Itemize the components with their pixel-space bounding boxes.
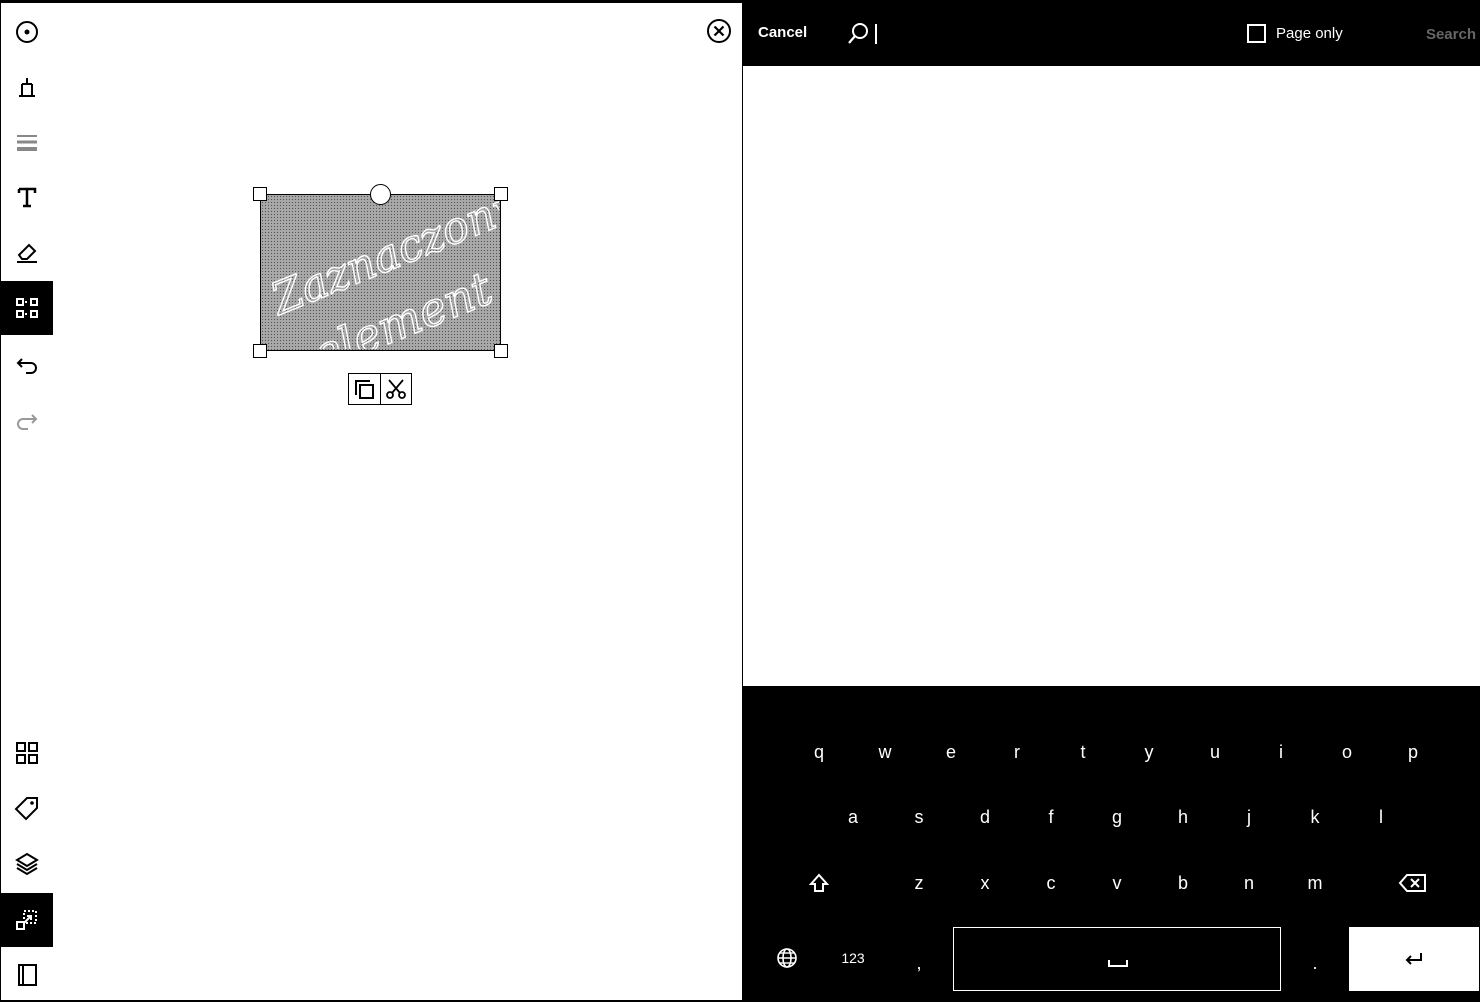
- key-f[interactable]: f: [1021, 792, 1081, 842]
- selection-tool-button[interactable]: [1, 281, 53, 335]
- layers-button[interactable]: [1, 837, 53, 891]
- backspace-key[interactable]: [1383, 858, 1443, 908]
- search-input-caret[interactable]: [875, 24, 877, 44]
- key-y[interactable]: y: [1119, 727, 1179, 777]
- eraser-tool-button[interactable]: [1, 225, 53, 279]
- tags-button[interactable]: [1, 781, 53, 835]
- key-u[interactable]: u: [1185, 727, 1245, 777]
- key-s[interactable]: s: [889, 792, 949, 842]
- selection-icon: [16, 298, 38, 318]
- key-e[interactable]: e: [921, 727, 981, 777]
- key-g[interactable]: g: [1087, 792, 1147, 842]
- enter-icon: [1405, 953, 1422, 965]
- key-m[interactable]: m: [1285, 858, 1345, 908]
- eraser-icon: [17, 243, 37, 263]
- key-l[interactable]: l: [1351, 792, 1411, 842]
- zoom-fit-icon: [16, 910, 37, 930]
- scissors-icon: [385, 379, 406, 399]
- marker-tool-button[interactable]: [1, 60, 53, 114]
- zoom-fit-button[interactable]: [1, 893, 53, 947]
- shift-icon: [808, 873, 830, 892]
- marker-icon: [19, 78, 35, 97]
- key-a[interactable]: a: [823, 792, 883, 842]
- key-v[interactable]: v: [1087, 858, 1147, 908]
- grid-icon: [16, 742, 38, 764]
- key-z[interactable]: z: [889, 858, 949, 908]
- notebook-icon: [18, 964, 37, 986]
- key-r[interactable]: r: [987, 727, 1047, 777]
- copy-icon: [355, 380, 375, 399]
- tag-icon: [14, 797, 38, 821]
- key-h[interactable]: h: [1153, 792, 1213, 842]
- key-p[interactable]: p: [1383, 727, 1443, 777]
- resize-handle-bottom-right[interactable]: [494, 344, 508, 358]
- key-k[interactable]: k: [1285, 792, 1345, 842]
- text-t-icon: [17, 187, 37, 208]
- search-bar: Cancel Page only Search: [743, 0, 1480, 66]
- pen-tool-button[interactable]: [1, 5, 53, 59]
- stroke-width-button[interactable]: [1, 115, 53, 169]
- backspace-icon: [1398, 874, 1426, 892]
- period-key[interactable]: .: [1285, 938, 1345, 988]
- cancel-button[interactable]: Cancel: [758, 24, 807, 41]
- undo-button[interactable]: [1, 337, 53, 391]
- key-c[interactable]: c: [1021, 858, 1081, 908]
- copy-button[interactable]: [349, 374, 380, 404]
- numbers-key[interactable]: 123: [823, 933, 883, 983]
- enter-key[interactable]: [1349, 927, 1479, 991]
- language-key[interactable]: [757, 933, 817, 983]
- key-n[interactable]: n: [1219, 858, 1279, 908]
- space-key[interactable]: [953, 927, 1281, 991]
- text-tool-button[interactable]: [1, 170, 53, 224]
- key-j[interactable]: j: [1219, 792, 1279, 842]
- page-only-label: Page only: [1276, 25, 1343, 42]
- comma-key[interactable]: ,: [889, 938, 949, 988]
- stroke-lines-icon: [17, 135, 37, 151]
- rotate-handle[interactable]: [370, 184, 391, 205]
- space-icon: [1108, 960, 1128, 967]
- search-icon: [848, 23, 868, 44]
- pen-circle-icon: [16, 21, 38, 43]
- resize-handle-top-right[interactable]: [494, 187, 508, 201]
- search-panel: Cancel Page only Search qwertyuiop asdfg…: [743, 0, 1480, 1000]
- selected-element[interactable]: Zaznaczony element: [260, 179, 528, 383]
- redo-icon: [17, 414, 38, 430]
- page-only-toggle[interactable]: Page only: [1247, 24, 1343, 43]
- shift-key[interactable]: [789, 858, 849, 908]
- notebook-button[interactable]: [1, 948, 53, 1002]
- cut-button[interactable]: [379, 374, 412, 404]
- key-x[interactable]: x: [955, 858, 1015, 908]
- search-results-area: [743, 66, 1480, 686]
- notebook-page: Zaznaczony element: [0, 0, 742, 1000]
- undo-icon: [16, 358, 37, 374]
- key-w[interactable]: w: [855, 727, 915, 777]
- close-icon[interactable]: [705, 17, 733, 45]
- key-d[interactable]: d: [955, 792, 1015, 842]
- globe-icon: [777, 948, 797, 968]
- page-overview-button[interactable]: [1, 726, 53, 780]
- handwriting-strokes: Zaznaczony element: [262, 179, 528, 383]
- key-b[interactable]: b: [1153, 858, 1213, 908]
- layers-icon: [15, 852, 39, 876]
- onscreen-keyboard: qwertyuiop asdfghjkl zxcvbnm 123 , .: [743, 686, 1480, 1000]
- key-i[interactable]: i: [1251, 727, 1311, 777]
- selection-menu: [348, 373, 412, 405]
- resize-handle-bottom-left[interactable]: [253, 344, 267, 358]
- key-q[interactable]: q: [789, 727, 849, 777]
- search-button[interactable]: Search: [1426, 26, 1476, 43]
- key-o[interactable]: o: [1317, 727, 1377, 777]
- redo-button[interactable]: [1, 393, 53, 447]
- page-only-checkbox[interactable]: [1247, 24, 1266, 43]
- resize-handle-top-left[interactable]: [253, 187, 267, 201]
- key-t[interactable]: t: [1053, 727, 1113, 777]
